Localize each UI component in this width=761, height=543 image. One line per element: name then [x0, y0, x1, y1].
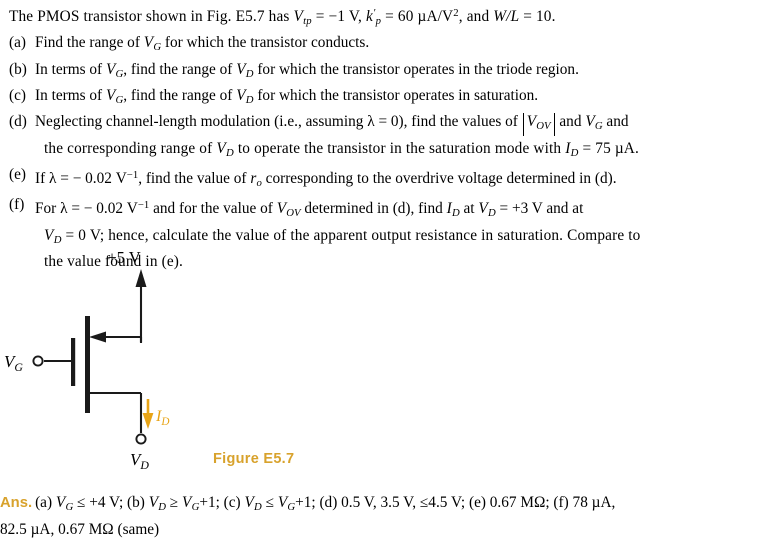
symbol-vg: VG [277, 494, 296, 513]
item-body-c: In terms of VG, find the range of VD for… [35, 86, 539, 106]
intro-vtp-value: = −1 V, [311, 7, 367, 25]
item-tag-e: (e) [9, 166, 26, 184]
intro-wl-value: = 10. [519, 7, 556, 25]
supply-voltage-label: +5 V [107, 248, 140, 267]
drain-terminal-node [135, 433, 147, 445]
symbol-vg: VG [182, 494, 200, 513]
symbol-wl: W/L [493, 7, 520, 25]
problem-item-d: (d) Neglecting channel-length modulation… [0, 111, 761, 137]
symbol-vg: VG [585, 113, 603, 133]
item-body-f: For λ = − 0.02 V−1 and for the value of … [35, 199, 584, 220]
problem-item-a: (a) Find the range of VG for which the t… [0, 32, 761, 58]
problem-statement: The PMOS transistor shown in Fig. E5.7 h… [0, 2, 761, 273]
symbol-vd: VD [148, 494, 166, 513]
item-tag-a: (a) [9, 34, 26, 52]
symbol-vd: VD [44, 226, 62, 246]
answer-part-c: (c) VD ≤ VG+1; [223, 494, 320, 513]
answer-block: Ans. (a) VG ≤ +4 V; (b) VD ≥ VG+1; (c) VD… [0, 492, 761, 542]
symbol-vd: VD [236, 86, 254, 106]
drain-voltage-label: VD [130, 450, 149, 472]
drain-wire [88, 391, 143, 433]
intro-kp-value: = 60 µA/V [381, 7, 454, 25]
circuit-figure: +5 V VG VD ID [0, 243, 420, 483]
problem-item-e: (e) If λ = − 0.02 V−1, find the value of… [0, 164, 761, 194]
lambda-exponent: −1 [137, 199, 150, 212]
symbol-vd: VD [236, 60, 254, 80]
circuit-schematic-svg: +5 V VG VD ID [4, 248, 169, 472]
problem-item-c: (c) In terms of VG, find the range of VD… [0, 85, 761, 111]
figure-caption: Figure E5.7 [213, 451, 295, 467]
source-to-supply-wire [104, 335, 143, 342]
symbol-vd: VD [478, 200, 496, 220]
symbol-vd: VD [216, 139, 234, 159]
item-tag-c: (c) [9, 86, 26, 104]
symbol-vtp: Vtp [293, 7, 312, 27]
item-body-a: Find the range of VG for which the trans… [35, 34, 370, 54]
intro-and: , and [458, 7, 494, 25]
gate-voltage-label: VG [4, 352, 23, 374]
symbol-vd: VD [244, 494, 262, 513]
problem-item-f: (f) For λ = − 0.02 V−1 and for the value… [0, 194, 761, 224]
answer-part-a: (a) VG ≤ +4 V; [35, 494, 128, 513]
answer-line-1: Ans. (a) VG ≤ +4 V; (b) VD ≥ VG+1; (c) VD… [0, 492, 761, 519]
answer-part-d: (d) 0.5 V, 3.5 V, ≤4.5 V; [319, 494, 469, 511]
item-tag-d: (d) [9, 113, 27, 131]
item-body-d: Neglecting channel-length modulation (i.… [35, 111, 629, 137]
symbol-ro: ro [250, 169, 262, 189]
item-tag-f: (f) [9, 196, 25, 214]
answer-part-b: (b) VD ≥ VG+1; [127, 494, 224, 513]
channel-bar [85, 316, 90, 413]
symbol-vg: VG [105, 60, 124, 80]
supply-rail-arrow-icon [135, 269, 147, 343]
item-body-e: If λ = − 0.02 V−1, find the value of ro … [35, 169, 617, 189]
exercise-page: The PMOS transistor shown in Fig. E5.7 h… [0, 0, 761, 543]
drain-current-label: ID [155, 408, 169, 428]
symbol-id: ID [446, 200, 460, 220]
answer-label: Ans. [0, 495, 33, 511]
intro-text-lead: The PMOS transistor shown in Fig. E5.7 h… [9, 7, 294, 25]
problem-item-b: (b) In terms of VG, find the range of VD… [0, 59, 761, 85]
answer-line-2: 82.5 µA, 0.67 MΩ (same) [0, 520, 160, 538]
symbol-vg: VG [105, 86, 124, 106]
abs-vov: VOV [522, 113, 555, 136]
item-body-b: In terms of VG, find the range of VD for… [35, 60, 579, 80]
item-tag-b: (b) [9, 60, 27, 78]
symbol-vg: VG [55, 494, 74, 513]
lambda-exponent: −1 [126, 169, 139, 182]
symbol-kp: k′p [366, 7, 382, 27]
problem-item-d-cont: the corresponding range of VD to operate… [44, 139, 639, 159]
symbol-vg: VG [143, 34, 162, 54]
gate-terminal-node [32, 355, 44, 367]
symbol-id: ID [565, 139, 579, 159]
drain-current-arrow-icon [142, 399, 154, 429]
source-arrowhead-icon [89, 331, 106, 343]
answer-part-e: (e) 0.67 MΩ; [468, 494, 554, 511]
symbol-vov: VOV [276, 200, 301, 220]
answer-part-f: (f) 78 µA, [553, 494, 616, 511]
statement-intro: The PMOS transistor shown in Fig. E5.7 h… [0, 2, 761, 32]
